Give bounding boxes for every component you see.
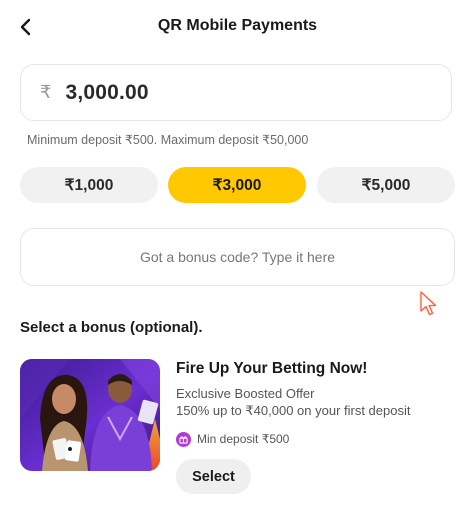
quick-amount-3000[interactable]: ₹3,000	[168, 167, 306, 203]
quick-amount-5000[interactable]: ₹5,000	[317, 167, 455, 203]
offer-subtitle: Exclusive Boosted Offer	[176, 386, 315, 401]
header: QR Mobile Payments	[0, 0, 475, 56]
offer-description: 150% up to ₹40,000 on your first deposit	[176, 403, 411, 418]
mouse-cursor-icon	[420, 291, 437, 316]
amount-value: 3,000.00	[65, 80, 149, 104]
bonus-code-input[interactable]: Got a bonus code? Type it here	[20, 228, 455, 286]
amount-input[interactable]: ₹ 3,000.00	[20, 64, 452, 121]
min-deposit-text: Min deposit ₹500	[197, 432, 290, 446]
page-title: QR Mobile Payments	[157, 17, 318, 34]
deposit-limits-text: Minimum deposit ₹500. Maximum deposit ₹5…	[27, 133, 309, 147]
bonus-section-heading: Select a bonus (optional).	[20, 319, 203, 336]
currency-symbol: ₹	[40, 82, 52, 102]
offer-promo-image	[20, 359, 160, 471]
select-bonus-button[interactable]: Select	[176, 459, 251, 494]
offer-title: Fire Up Your Betting Now!	[176, 360, 368, 377]
gift-icon	[176, 431, 191, 447]
offer-min-deposit: Min deposit ₹500	[176, 430, 289, 448]
quick-amount-1000[interactable]: ₹1,000	[20, 167, 158, 203]
